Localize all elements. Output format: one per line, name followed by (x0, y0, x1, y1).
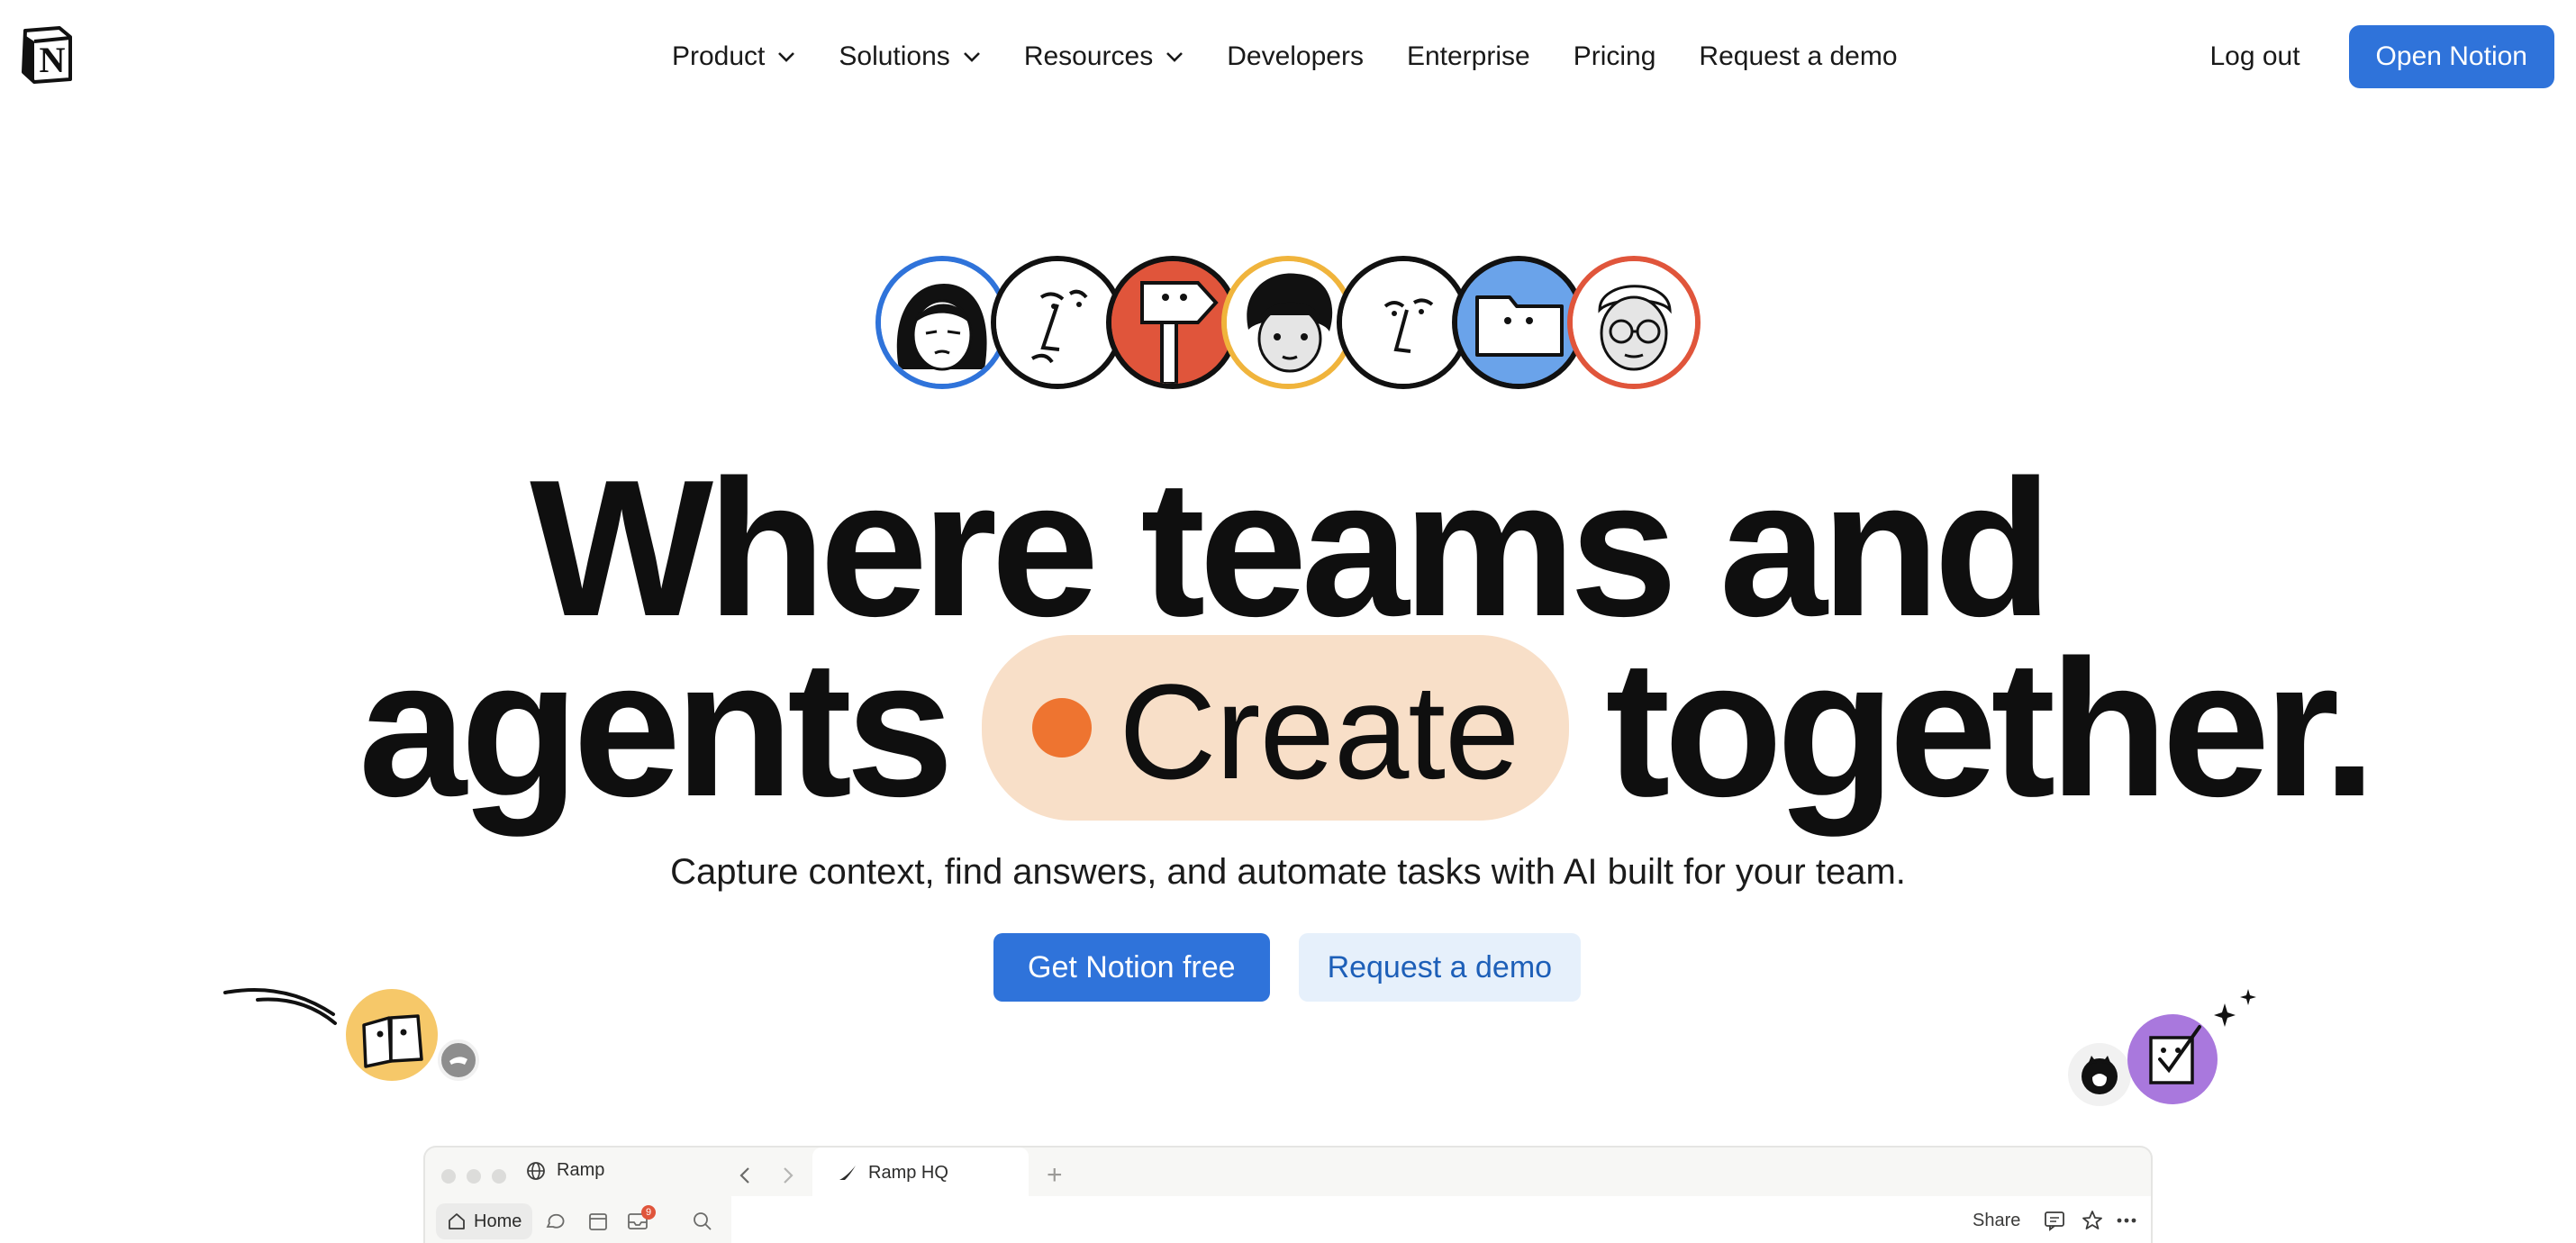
hero-headline-line2: agents Create together. (358, 619, 2377, 837)
app-window-preview: Ramp Ramp HQ + Home 9 Share (423, 1146, 2153, 1243)
nav-links: Product Solutions Resources Developers E… (672, 0, 1941, 113)
nav-request-demo-label: Request a demo (1699, 41, 1898, 71)
github-icon (2068, 1043, 2131, 1106)
window-zoom-dot[interactable] (492, 1169, 506, 1184)
nav-solutions-label: Solutions (839, 41, 950, 71)
hero-word-agents: agents (358, 619, 954, 837)
svg-text:N: N (40, 40, 66, 80)
nav-pricing[interactable]: Pricing (1574, 41, 1656, 72)
tab-ramp-hq[interactable]: Ramp HQ (812, 1148, 1029, 1198)
comment-icon[interactable] (2043, 1209, 2066, 1232)
nav-enterprise[interactable]: Enterprise (1407, 41, 1530, 72)
sidebar-home-label: Home (474, 1211, 522, 1231)
workspace-switcher[interactable]: Ramp (526, 1160, 604, 1181)
window-close-dot[interactable] (441, 1169, 456, 1184)
hero-subtitle: Capture context, find answers, and autom… (670, 852, 1906, 892)
workspace-name: Ramp (557, 1160, 605, 1180)
star-icon[interactable] (2081, 1209, 2104, 1232)
motion-lines-icon (223, 988, 337, 1025)
sparkle-icon (2214, 989, 2256, 1027)
hero-rotating-word: Create (1119, 656, 1519, 807)
notion-logo-icon[interactable]: N (18, 25, 76, 85)
hero-headline-line1: Where teams and (530, 439, 2053, 657)
line-face-icon (1337, 256, 1470, 389)
chevron-down-icon (778, 52, 795, 62)
globe-icon (527, 1161, 545, 1180)
ramp-logo-icon (839, 1166, 856, 1180)
nav-resources[interactable]: Resources (1024, 41, 1184, 72)
nav-developers-label: Developers (1227, 41, 1364, 71)
folder-icon (1452, 256, 1585, 389)
nav-enterprise-label: Enterprise (1406, 41, 1530, 71)
hero-rotating-pill: Create (982, 635, 1570, 821)
open-notion-button[interactable]: Open Notion (2348, 25, 2554, 88)
request-demo-button[interactable]: Request a demo (1298, 933, 1582, 1002)
search-icon[interactable] (692, 1211, 713, 1232)
back-arrow-icon[interactable] (739, 1166, 751, 1185)
notification-badge: 9 (641, 1205, 656, 1220)
nav-developers[interactable]: Developers (1227, 41, 1364, 72)
chat-bubble-icon (438, 1039, 479, 1081)
glasses-face-icon (1567, 256, 1701, 389)
nav-actions: Log out Open Notion (2209, 0, 2554, 113)
new-tab-plus-icon[interactable]: + (1047, 1160, 1063, 1191)
home-icon (449, 1213, 465, 1229)
nav-resources-label: Resources (1023, 41, 1154, 71)
book-icon (346, 989, 438, 1081)
pill-dot-icon (1032, 698, 1093, 758)
chevron-down-icon (963, 52, 980, 62)
chevron-down-icon (1166, 52, 1184, 62)
hero-cta-group: Get Notion free Request a demo (993, 933, 1582, 1002)
avatar-row (875, 256, 1704, 389)
tab-label: Ramp HQ (868, 1162, 948, 1183)
woman-face-icon (875, 256, 1009, 389)
page-content-area (731, 1196, 2151, 1243)
nav-product-label: Product (672, 41, 766, 71)
nav-product[interactable]: Product (672, 41, 795, 72)
more-options-icon[interactable] (2115, 1209, 2138, 1232)
inbox-with-badge[interactable]: 9 (627, 1205, 656, 1232)
signpost-icon (1106, 256, 1239, 389)
nav-request-demo[interactable]: Request a demo (1699, 41, 1897, 72)
nav-solutions[interactable]: Solutions (839, 41, 980, 72)
curly-hair-face-icon (1221, 256, 1355, 389)
logout-link[interactable]: Log out (2209, 41, 2299, 72)
share-button[interactable]: Share (1973, 1211, 2020, 1231)
line-face-icon (991, 256, 1124, 389)
nav-pricing-label: Pricing (1573, 41, 1656, 71)
top-navigation: N Product Solutions Resources Developers… (0, 0, 2576, 113)
checkbox-task-icon (2127, 1014, 2218, 1104)
calendar-icon[interactable] (587, 1211, 609, 1232)
chat-icon[interactable] (544, 1211, 566, 1232)
get-notion-free-button[interactable]: Get Notion free (993, 933, 1270, 1002)
hero-word-together: together. (1605, 619, 2376, 837)
forward-arrow-icon[interactable] (782, 1166, 794, 1185)
window-minimize-dot[interactable] (467, 1169, 481, 1184)
sidebar-item-home[interactable]: Home (436, 1203, 533, 1239)
